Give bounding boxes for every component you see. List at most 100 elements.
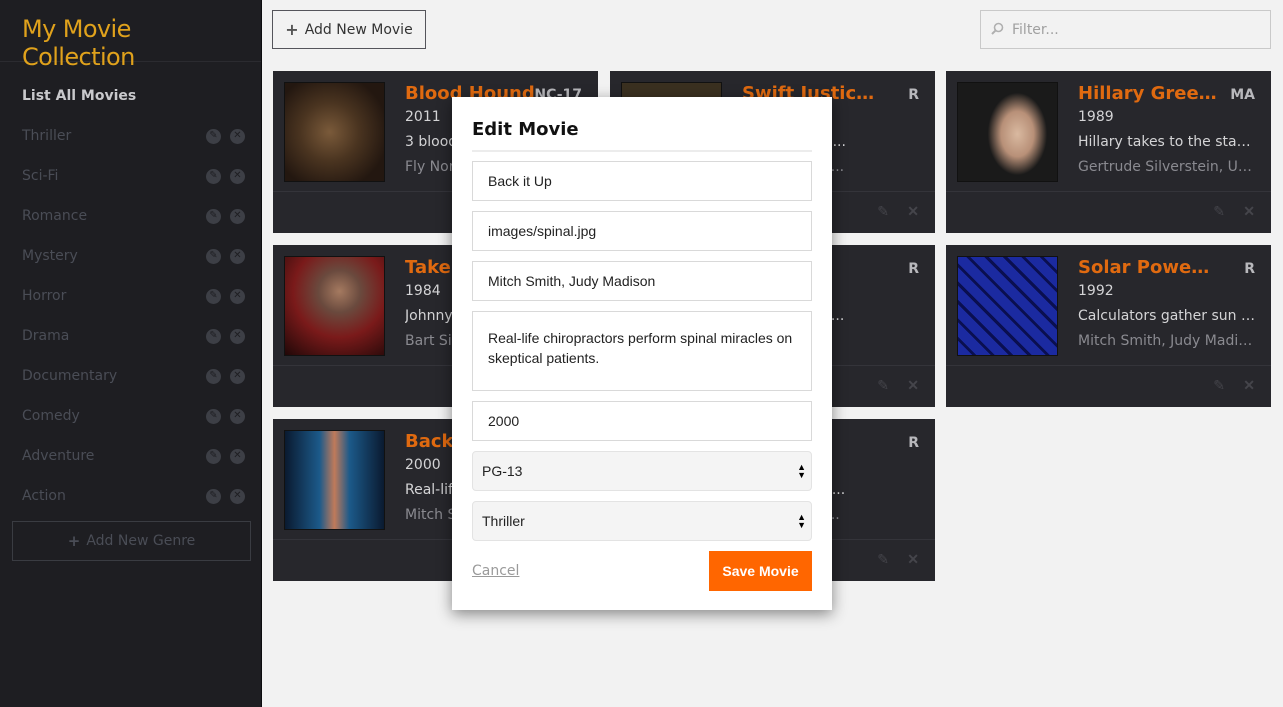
delete-genre-icon[interactable]: ✕ xyxy=(230,208,245,224)
edit-genre-icon[interactable]: ✎ xyxy=(206,448,221,464)
delete-icon[interactable]: ✕ xyxy=(1243,204,1255,218)
delete-genre-icon[interactable]: ✕ xyxy=(230,488,245,504)
nav-label: Sci-Fi xyxy=(22,168,59,184)
edit-genre-icon[interactable]: ✎ xyxy=(206,368,221,384)
edit-genre-icon[interactable]: ✎ xyxy=(206,248,221,264)
edit-genre-icon[interactable]: ✎ xyxy=(206,288,221,304)
movie-poster[interactable] xyxy=(957,256,1058,356)
cancel-link[interactable]: Cancel xyxy=(472,563,519,579)
movie-year: 2000 xyxy=(405,457,441,473)
edit-genre-icon[interactable]: ✎ xyxy=(206,408,221,424)
edit-genre-icon[interactable]: ✎ xyxy=(206,488,221,504)
delete-genre-icon[interactable]: ✕ xyxy=(230,168,245,184)
delete-genre-icon[interactable]: ✕ xyxy=(230,128,245,144)
movie-year: 2011 xyxy=(405,109,441,125)
edit-icon[interactable]: ✎ xyxy=(877,552,889,566)
nav-genre-comedy[interactable]: Comedy ✎ ✕ xyxy=(0,396,261,436)
delete-genre-icon[interactable]: ✕ xyxy=(230,248,245,264)
edit-genre-icon[interactable]: ✎ xyxy=(206,128,221,144)
movie-description-field[interactable]: Real-life chiropractors perform spinal m… xyxy=(472,311,812,391)
nav-label: Documentary xyxy=(22,368,118,384)
edit-icon[interactable]: ✎ xyxy=(877,204,889,218)
nav-genre-scifi[interactable]: Sci-Fi ✎ ✕ xyxy=(0,156,261,196)
sidebar-header: My Movie Collection xyxy=(0,0,261,71)
delete-genre-icon[interactable]: ✕ xyxy=(230,448,245,464)
movie-description: Hillary takes to the stage a... xyxy=(1078,134,1256,150)
add-genre-button[interactable]: + Add New Genre xyxy=(12,521,251,561)
genre-nav: List All Movies Thriller ✎ ✕ Sci-Fi ✎ ✕ Roma… xyxy=(0,62,261,516)
nav-label: Thriller xyxy=(22,128,72,144)
movie-description: Calculators gather sun str... xyxy=(1078,308,1256,324)
movie-year-field[interactable] xyxy=(472,401,812,441)
movie-title: Hillary Greer... xyxy=(1078,83,1218,104)
edit-icon[interactable]: ✎ xyxy=(1213,204,1225,218)
sidebar: My Movie Collection List All Movies Thri… xyxy=(0,0,262,707)
nav-genre-drama[interactable]: Drama ✎ ✕ xyxy=(0,316,261,356)
nav-label: Drama xyxy=(22,328,70,344)
nav-label: Comedy xyxy=(22,408,80,424)
edit-genre-icon[interactable]: ✎ xyxy=(206,168,221,184)
movie-card: Hillary Greer... MA 1989 Hillary takes t… xyxy=(946,71,1271,233)
nav-label: Action xyxy=(22,488,66,504)
movie-rating: R xyxy=(908,261,919,277)
rating-select[interactable]: PG-13 ▲ ▼ xyxy=(472,451,812,491)
nav-genre-thriller[interactable]: Thriller ✎ ✕ xyxy=(0,116,261,156)
filter-box xyxy=(980,10,1271,49)
nav-genre-mystery[interactable]: Mystery ✎ ✕ xyxy=(0,236,261,276)
save-movie-button[interactable]: Save Movie xyxy=(709,551,812,591)
delete-genre-icon[interactable]: ✕ xyxy=(230,288,245,304)
edit-movie-modal: Edit Movie Real-life chiropractors perfo… xyxy=(452,97,832,610)
modal-divider xyxy=(472,150,812,152)
movie-rating: R xyxy=(1244,261,1255,277)
edit-genre-icon[interactable]: ✎ xyxy=(206,328,221,344)
delete-genre-icon[interactable]: ✕ xyxy=(230,408,245,424)
nav-genre-romance[interactable]: Romance ✎ ✕ xyxy=(0,196,261,236)
nav-label: List All Movies xyxy=(22,88,137,104)
movie-poster[interactable] xyxy=(284,256,385,356)
movie-poster[interactable] xyxy=(284,430,385,530)
select-arrows-icon: ▲ ▼ xyxy=(797,512,806,530)
select-arrows-icon: ▲ ▼ xyxy=(797,462,806,480)
add-movie-button[interactable]: + Add New Movie xyxy=(272,10,426,49)
edit-icon[interactable]: ✎ xyxy=(1213,378,1225,392)
movie-rating: R xyxy=(908,87,919,103)
search-icon xyxy=(991,22,1004,38)
rating-select-value: PG-13 xyxy=(482,463,523,479)
add-genre-label: Add New Genre xyxy=(86,533,196,549)
movie-title-field[interactable] xyxy=(472,161,812,201)
edit-icon[interactable]: ✎ xyxy=(877,378,889,392)
nav-genre-horror[interactable]: Horror ✎ ✕ xyxy=(0,276,261,316)
movie-year: 1989 xyxy=(1078,109,1114,125)
modal-title: Edit Movie xyxy=(472,119,579,140)
card-footer: ✎✕ xyxy=(946,365,1271,407)
movie-poster[interactable] xyxy=(284,82,385,182)
genre-select-value: Thriller xyxy=(482,513,525,529)
movie-rating: R xyxy=(908,435,919,451)
movie-rating: MA xyxy=(1230,87,1255,103)
filter-input[interactable] xyxy=(1010,20,1250,39)
delete-genre-icon[interactable]: ✕ xyxy=(230,328,245,344)
movie-year: 1992 xyxy=(1078,283,1114,299)
movie-year: 1984 xyxy=(405,283,441,299)
nav-genre-adventure[interactable]: Adventure ✎ ✕ xyxy=(0,436,261,476)
delete-icon[interactable]: ✕ xyxy=(1243,378,1255,392)
nav-label: Mystery xyxy=(22,248,78,264)
movie-image-field[interactable] xyxy=(472,211,812,251)
nav-label: Romance xyxy=(22,208,88,224)
delete-icon[interactable]: ✕ xyxy=(907,204,919,218)
nav-genre-documentary[interactable]: Documentary ✎ ✕ xyxy=(0,356,261,396)
movie-title: Solar Powere... xyxy=(1078,257,1218,278)
delete-genre-icon[interactable]: ✕ xyxy=(230,368,245,384)
nav-genre-action[interactable]: Action ✎ ✕ xyxy=(0,476,261,516)
delete-icon[interactable]: ✕ xyxy=(907,378,919,392)
nav-label: Horror xyxy=(22,288,67,304)
delete-icon[interactable]: ✕ xyxy=(907,552,919,566)
card-footer: ✎✕ xyxy=(946,191,1271,233)
movie-cast-field[interactable] xyxy=(472,261,812,301)
plus-icon: + xyxy=(285,20,299,39)
genre-select[interactable]: Thriller ▲ ▼ xyxy=(472,501,812,541)
nav-label: Adventure xyxy=(22,448,95,464)
movie-poster[interactable] xyxy=(957,82,1058,182)
nav-list-all-movies[interactable]: List All Movies xyxy=(0,76,261,116)
edit-genre-icon[interactable]: ✎ xyxy=(206,208,221,224)
